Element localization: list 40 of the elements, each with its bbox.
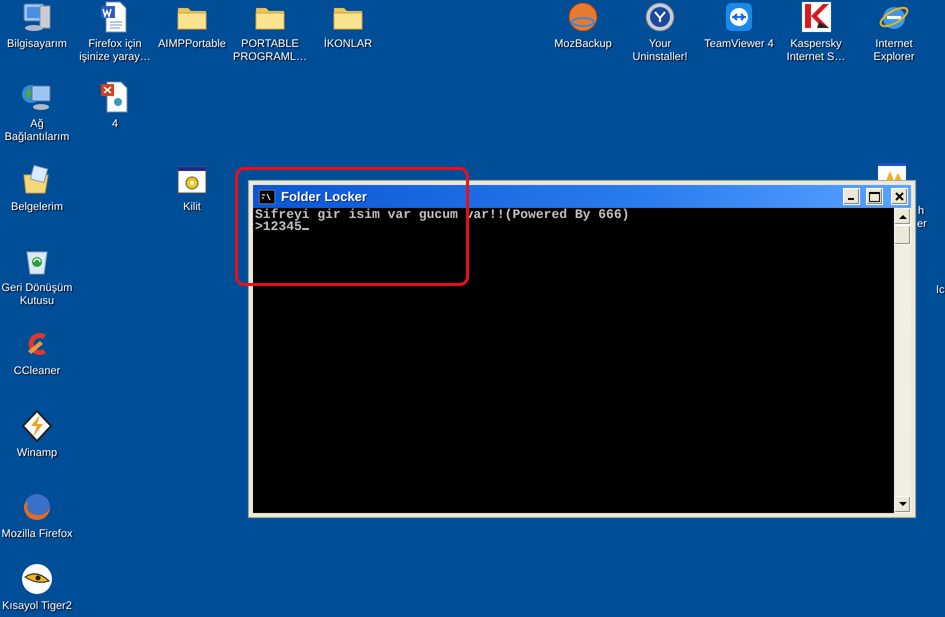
close-button[interactable] — [891, 188, 908, 205]
desktop-icon-label[interactable]: 4 — [112, 118, 118, 131]
desktop-icon-label[interactable]: Bilgisayarım — [7, 38, 67, 51]
minimize-button[interactable] — [843, 188, 860, 205]
scroll-up-button[interactable] — [894, 208, 911, 225]
desktop-icon-label[interactable]: Geri Dönüşüm Kutusu — [0, 282, 75, 308]
console-icon — [259, 190, 275, 204]
maximize-button[interactable] — [866, 188, 883, 205]
desktop-icon-label[interactable]: Firefox için işinize yaray… — [77, 38, 153, 64]
down-arrow-icon — [898, 502, 906, 507]
desktop-icon-label[interactable]: Kaspersky Internet S… — [778, 38, 854, 64]
desktop-icon-label[interactable]: Internet Explorer — [856, 38, 932, 64]
desktop-icon-label[interactable]: İKONLAR — [324, 38, 372, 51]
desktop-icon-label[interactable]: Kilit — [183, 201, 201, 214]
desktop-icon-label[interactable]: Belgelerim — [11, 201, 63, 214]
shortcut-icon — [878, 163, 906, 181]
eye-icon — [20, 562, 54, 596]
desktop-icon-label[interactable]: Winamp — [16, 447, 58, 460]
lightning-icon — [20, 409, 54, 443]
desktop-icon-label[interactable]: h — [918, 205, 924, 218]
close-icon — [895, 192, 904, 201]
globe-icon — [566, 0, 600, 34]
desktop-icon-label[interactable]: PORTABLE PROGRAML… — [232, 38, 308, 64]
scroll-down-button[interactable] — [894, 496, 911, 513]
scrollbar-thumb[interactable] — [894, 225, 911, 245]
uninstaller-icon — [643, 0, 677, 34]
desktop-icon-label[interactable]: TeamViewer 4 — [704, 38, 774, 51]
desktop-icon-label[interactable]: AIMPPortable — [158, 38, 226, 51]
desktop-icon-label[interactable]: MozBackup — [554, 38, 612, 51]
up-arrow-icon — [898, 214, 906, 219]
maximize-icon — [869, 192, 880, 202]
window-title: Folder Locker — [281, 189, 368, 204]
desktop-icon-label[interactable]: Ağ Bağlantılarım — [0, 118, 75, 144]
desktop-icon-label[interactable]: er — [917, 218, 927, 231]
kaspersky-icon — [799, 0, 833, 34]
desktop-icon-label[interactable]: Your Uninstaller! — [622, 38, 698, 64]
desktop-icon-label[interactable]: Mozilla Firefox — [2, 528, 72, 541]
desktop-icon-label[interactable]: CCleaner — [14, 365, 60, 378]
desktop-icon-label[interactable]: Kısayol Tiger2 — [2, 600, 72, 613]
desktop-icon-label[interactable]: Ic — [936, 284, 945, 297]
